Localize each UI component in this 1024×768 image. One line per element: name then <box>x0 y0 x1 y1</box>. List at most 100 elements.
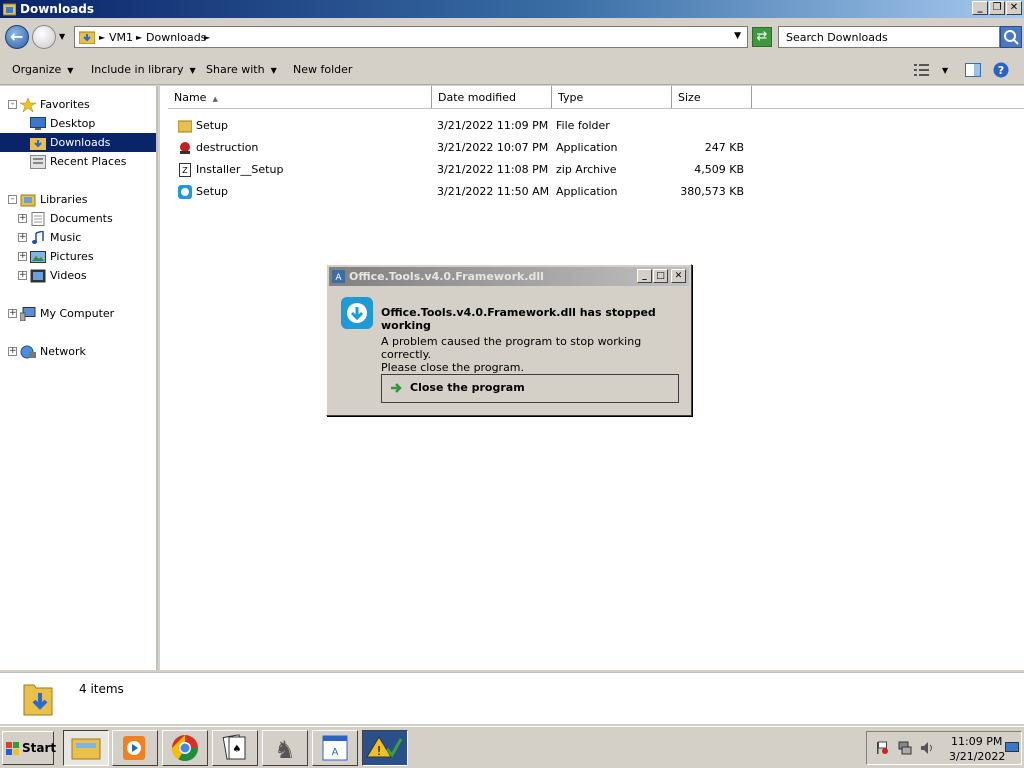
taskbar-explorer[interactable] <box>63 730 109 766</box>
recent-pages-dropdown[interactable]: ▼ <box>59 32 65 41</box>
address-bar: ▼ ► VM1 ► Downloads ► ▼ ⇄ Search Downloa… <box>0 18 1024 55</box>
file-date-cell: 3/21/2022 11:08 PM <box>437 163 549 176</box>
taskbar-error-dialog[interactable]: ! <box>362 730 408 766</box>
taskbar-media-player[interactable] <box>112 730 158 766</box>
folder-icon <box>178 120 192 133</box>
start-button[interactable]: Start <box>2 731 56 765</box>
network-icon <box>20 345 36 359</box>
column-size[interactable]: Size <box>672 86 752 109</box>
desktop-icon <box>30 117 46 130</box>
nav-libraries[interactable]: Libraries <box>20 190 88 209</box>
back-button[interactable] <box>5 25 29 49</box>
nav-videos[interactable]: Videos <box>30 266 87 285</box>
restore-button[interactable]: ❐ <box>989 1 1005 15</box>
breadcrumb-vm1[interactable]: VM1 <box>109 31 133 44</box>
address-field[interactable]: ► VM1 ► Downloads ► ▼ <box>74 26 748 48</box>
action-center-flag-icon[interactable] <box>875 741 889 755</box>
include-library-menu[interactable]: Include in library ▼ <box>91 63 196 76</box>
dialog-maximize-button[interactable]: □ <box>653 269 668 283</box>
file-name-cell: Z Installer__Setup <box>178 159 283 181</box>
collapse-favorites[interactable]: - <box>8 100 17 109</box>
column-type[interactable]: Type <box>552 86 672 109</box>
clock-date[interactable]: 3/21/2022 <box>949 750 1005 763</box>
expand-videos[interactable]: + <box>18 271 27 280</box>
media-player-icon <box>123 736 145 760</box>
expand-network[interactable]: + <box>8 347 17 356</box>
address-dropdown[interactable]: ▼ <box>734 31 741 41</box>
expand-pictures[interactable]: + <box>18 252 27 261</box>
setup-app-icon <box>178 185 192 199</box>
taskbar-chess[interactable]: ♞ <box>262 730 308 766</box>
help-icon[interactable]: ? <box>993 62 1009 78</box>
file-date-cell: 3/21/2022 11:09 PM <box>437 119 549 132</box>
nav-downloads[interactable]: Downloads <box>0 133 156 152</box>
nav-favorites[interactable]: Favorites <box>20 95 90 114</box>
file-date-cell: 3/21/2022 11:50 AM <box>437 185 550 198</box>
music-icon <box>32 231 44 244</box>
pictures-icon <box>30 251 46 263</box>
file-size-cell: 4,509 KB <box>694 163 744 176</box>
view-dropdown[interactable]: ▼ <box>942 66 948 75</box>
column-filler <box>752 86 1024 109</box>
search-input[interactable]: Search Downloads <box>778 26 1000 48</box>
search-icon <box>1004 30 1019 45</box>
taskbar-solitaire[interactable]: ♠ <box>212 730 258 766</box>
file-name-cell: Setup <box>178 115 228 137</box>
table-row[interactable]: Setup 3/21/2022 11:50 AM Application 380… <box>160 181 760 203</box>
nav-pictures[interactable]: Pictures <box>30 247 94 266</box>
dialog-minimize-button[interactable]: _ <box>637 269 652 283</box>
show-desktop-icon[interactable] <box>1005 741 1019 755</box>
nav-my-computer[interactable]: My Computer <box>20 304 114 323</box>
close-button[interactable]: ✕ <box>1006 1 1022 15</box>
taskbar-wordpad[interactable]: A <box>312 730 358 766</box>
chrome-icon <box>171 735 199 762</box>
organize-menu[interactable]: Organize ▼ <box>12 63 73 76</box>
star-icon <box>20 98 36 112</box>
item-count: 4 items <box>79 682 124 696</box>
clock-time[interactable]: 11:09 PM <box>951 735 1002 748</box>
dialog-close-button[interactable]: ✕ <box>671 269 686 283</box>
preview-pane-icon[interactable] <box>965 63 981 77</box>
libraries-icon <box>20 194 36 207</box>
forward-button[interactable] <box>32 25 56 49</box>
nav-music[interactable]: Music <box>30 228 81 247</box>
dialog-message-line: A problem caused the program to stop wor… <box>381 335 642 361</box>
refresh-button[interactable]: ⇄ <box>752 27 772 47</box>
expand-documents[interactable]: + <box>18 214 27 223</box>
table-row[interactable]: Z Installer__Setup 3/21/2022 11:08 PM zip… <box>160 159 760 181</box>
nav-recent-places[interactable]: Recent Places <box>30 152 127 171</box>
search-button[interactable] <box>1000 26 1022 48</box>
table-row[interactable]: destruction 3/21/2022 10:07 PM Applicati… <box>160 137 760 159</box>
window-titlebar[interactable]: Downloads _ ❐ ✕ <box>0 0 1024 18</box>
breadcrumb-downloads[interactable]: Downloads <box>146 31 206 44</box>
nav-network[interactable]: Network <box>20 342 86 361</box>
table-row[interactable]: Setup 3/21/2022 11:09 PM File folder <box>160 115 760 137</box>
nav-documents[interactable]: Documents <box>30 209 113 228</box>
share-with-menu[interactable]: Share with ▼ <box>206 63 277 76</box>
computer-icon <box>20 307 36 321</box>
collapse-libraries[interactable]: - <box>8 195 17 204</box>
file-type-cell: File folder <box>556 119 610 132</box>
taskbar-chrome[interactable] <box>162 730 208 766</box>
file-name-cell: destruction <box>178 137 258 159</box>
svg-text:A: A <box>332 747 339 758</box>
breadcrumb-separator[interactable]: ► <box>136 33 142 42</box>
breadcrumb-separator[interactable]: ► <box>204 33 210 42</box>
close-program-button[interactable]: Close the program <box>381 374 679 403</box>
nav-desktop[interactable]: Desktop <box>30 114 95 133</box>
status-bar: 4 items <box>0 672 1024 724</box>
column-date-modified[interactable]: Date modified <box>432 86 552 109</box>
dialog-title: Office.Tools.v4.0.Framework.dll <box>349 270 544 283</box>
breadcrumb-separator[interactable]: ► <box>99 33 105 42</box>
dialog-message: A problem caused the program to stop wor… <box>381 335 691 374</box>
expand-music[interactable]: + <box>18 233 27 242</box>
view-options-icon[interactable] <box>914 63 930 77</box>
volume-icon[interactable] <box>920 741 934 755</box>
minimize-button[interactable]: _ <box>972 1 988 15</box>
column-name[interactable]: Name ▲ <box>168 86 432 109</box>
new-folder-button[interactable]: New folder <box>293 63 352 76</box>
expand-my-computer[interactable]: + <box>8 309 17 318</box>
network-tray-icon[interactable] <box>898 741 912 755</box>
svg-text:♠: ♠ <box>233 744 242 755</box>
dialog-titlebar[interactable]: A Office.Tools.v4.0.Framework.dll _ □ ✕ <box>329 267 689 286</box>
